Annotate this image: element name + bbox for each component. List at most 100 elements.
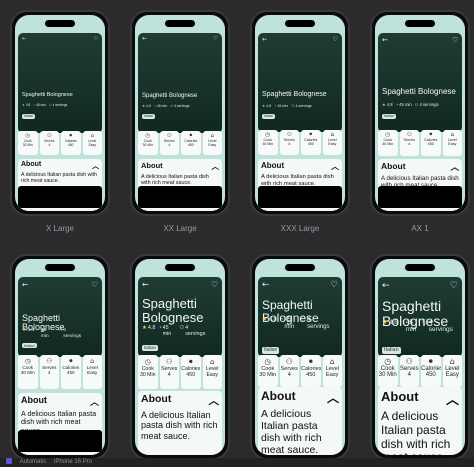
star-icon: ★ — [262, 317, 268, 323]
rating-value: 4.8 — [146, 104, 151, 108]
chevron-up-icon[interactable]: ︿ — [327, 389, 339, 406]
info-card[interactable]: ⚫Calories450 — [181, 355, 201, 389]
info-card[interactable]: ⚫Calories450 — [61, 355, 81, 389]
footer-mode[interactable]: Automatic — [20, 459, 47, 465]
info-card[interactable]: ◷ Cook 30 Min — [138, 131, 158, 155]
info-cards: ◷Cook30 Min⚇Serves4⚫Calories450⌂LevelEas… — [18, 355, 102, 389]
rating-value: 4.8 — [388, 319, 398, 326]
info-card[interactable]: ⌂ Level Easy — [442, 355, 462, 387]
clock-icon: ◷ — [384, 357, 392, 366]
info-card[interactable]: ⚇ Serves 4 — [399, 355, 419, 387]
about-header[interactable]: About ︿ — [21, 395, 99, 408]
footer-device[interactable]: iPhone 16 Pro — [54, 459, 92, 465]
info-card-value: Easy — [328, 142, 337, 146]
heart-icon[interactable]: ♡ — [94, 37, 98, 42]
info-card[interactable]: ⚫Calories450 — [421, 355, 441, 387]
info-card[interactable]: ⚇ Serves 4 — [399, 130, 419, 156]
clock-icon: ◔ — [395, 102, 399, 107]
info-card[interactable]: ◷ Cook 30 Min — [378, 130, 398, 156]
info-card[interactable]: ⚇ Serves 4 — [159, 355, 179, 389]
heart-icon[interactable]: ♡ — [330, 281, 338, 290]
heart-icon[interactable]: ♡ — [213, 36, 218, 43]
about-header[interactable]: About ︿ — [141, 161, 219, 172]
chevron-up-icon[interactable]: ︿ — [209, 393, 220, 408]
info-card[interactable]: ⚫Calories450 — [61, 131, 81, 155]
info-card[interactable]: ◷ Cook 30 Min — [18, 131, 38, 155]
about-header[interactable]: About ︿ — [141, 393, 219, 408]
servings: ⚇ 4 servings — [58, 328, 81, 339]
about-header[interactable]: About ︿ — [261, 161, 339, 172]
about-header[interactable]: About ︿ — [381, 161, 459, 173]
servings-value: 4 servings — [185, 325, 206, 338]
about-heading: About — [21, 161, 42, 168]
iphone-frame: ← ♡ Spaghetti Bolognese ★ 4.8 ◔ 45 min ⚇ 4 servi… — [250, 254, 350, 460]
chevron-up-icon[interactable]: ︿ — [446, 389, 459, 408]
info-card[interactable]: ◷ Cook 30 Min — [138, 355, 158, 389]
chevron-up-icon[interactable]: ︿ — [331, 161, 339, 172]
info-card-value: 30 Min — [139, 372, 156, 378]
about-header[interactable]: About ︿ — [381, 389, 459, 408]
back-icon[interactable]: ← — [22, 281, 28, 289]
back-icon[interactable]: ← — [22, 37, 26, 42]
recipe-hero: ← ♡ Spaghetti Bolognese ★ 4.8 ◔ 45 min ⚇ 4 servi… — [138, 33, 222, 133]
level-icon: ⌂ — [449, 357, 455, 366]
back-icon[interactable]: ← — [382, 281, 390, 290]
bottom-toolbar: Automatic iPhone 16 Pro — [0, 458, 474, 467]
heart-icon[interactable]: ♡ — [91, 281, 98, 289]
info-card[interactable]: ◷ Cook 30 Min — [258, 355, 278, 387]
info-card[interactable]: ◷ Cook 30 Min — [258, 130, 278, 155]
about-heading: About — [141, 393, 172, 405]
info-card[interactable]: ⌂ Level Easy — [322, 355, 342, 387]
info-card[interactable]: ⚫Calories450 — [301, 355, 321, 387]
rating: ★ 4.8 — [262, 104, 271, 108]
about-header[interactable]: About ︿ — [21, 161, 99, 171]
back-icon[interactable]: ← — [262, 281, 269, 290]
heart-icon[interactable]: ♡ — [211, 281, 218, 289]
about-section: About︿A delicious Italian pasta dish wit… — [258, 387, 342, 455]
chevron-up-icon[interactable]: ︿ — [92, 161, 99, 171]
chevron-up-icon[interactable]: ︿ — [90, 395, 99, 408]
info-card[interactable]: ⚇ Serves 4 — [39, 131, 59, 155]
heart-icon[interactable]: ♡ — [332, 36, 338, 43]
back-icon[interactable]: ← — [142, 281, 149, 289]
info-card[interactable]: ⚇ Serves 4 — [279, 130, 299, 155]
info-card[interactable]: ⚫Calories450 — [181, 131, 201, 155]
about-section: About︿A delicious Italian pasta dish wit… — [378, 387, 462, 455]
recipe-meta: ★ 4.8 ◔ 45 min ⚇ 4 servings — [382, 102, 458, 108]
about-header[interactable]: About ︿ — [261, 389, 339, 406]
info-card[interactable]: ⌂ Level Easy — [82, 355, 102, 389]
info-card-value: 4 — [167, 372, 171, 378]
iphone-frame: ← ♡ Spaghetti Bolognese ★ 4.8 ◔ 45 min ⚇ 4 servi… — [370, 10, 470, 216]
back-icon[interactable]: ← — [382, 37, 388, 44]
cuisine-tag: Italian — [262, 347, 280, 354]
info-card[interactable]: ◷ Cook 30 Min — [378, 355, 398, 387]
chevron-up-icon[interactable]: ︿ — [212, 161, 220, 172]
info-card[interactable]: ⚫Calories450 — [301, 130, 321, 155]
heart-icon[interactable]: ♡ — [452, 37, 458, 44]
info-card[interactable]: ◷ Cook 30 Min — [18, 355, 38, 389]
chevron-up-icon[interactable]: ︿ — [450, 161, 459, 173]
info-cards: ◷Cook30 Min⚇Serves4⚫Calories450⌂LevelEas… — [258, 355, 342, 387]
back-icon[interactable]: ← — [142, 36, 147, 43]
rating: ★ 4.8 — [22, 328, 34, 334]
servings: ⚇ 4 servings — [422, 319, 453, 334]
info-card[interactable]: ⌂ Level Easy — [202, 355, 222, 389]
clock-icon: ◔ — [158, 325, 162, 331]
info-card[interactable]: ⌂ Level Easy — [442, 130, 462, 156]
heart-icon[interactable]: ♡ — [450, 281, 458, 290]
info-card[interactable]: ⚇ Serves 4 — [159, 131, 179, 155]
iphone-frame: ← ♡ Spaghetti Bolognese ★ 4.8 ◔ 45 min ⚇ 4 servi… — [130, 254, 230, 460]
people-icon: ⚇ — [179, 325, 185, 331]
info-card[interactable]: ⚇ Serves 4 — [279, 355, 299, 387]
iphone-frame: ← ♡ Spaghetti Bolognese ★ 4.8 ◔ 45 min ⚇ 4 servi… — [130, 10, 230, 216]
info-card[interactable]: ⌂ Level Easy — [322, 130, 342, 155]
info-card[interactable]: ⚫Calories450 — [421, 130, 441, 156]
info-card[interactable]: ⌂ Level Easy — [202, 131, 222, 155]
info-card[interactable]: ⌂ Level Easy — [82, 131, 102, 155]
selection-indicator[interactable] — [6, 458, 12, 465]
content-placeholder — [378, 186, 462, 208]
back-icon[interactable]: ← — [262, 36, 267, 43]
serves-icon: ⚇ — [46, 357, 53, 365]
info-card[interactable]: ⚇ Serves 4 — [39, 355, 59, 389]
rating-value: 4.8 — [25, 103, 31, 107]
